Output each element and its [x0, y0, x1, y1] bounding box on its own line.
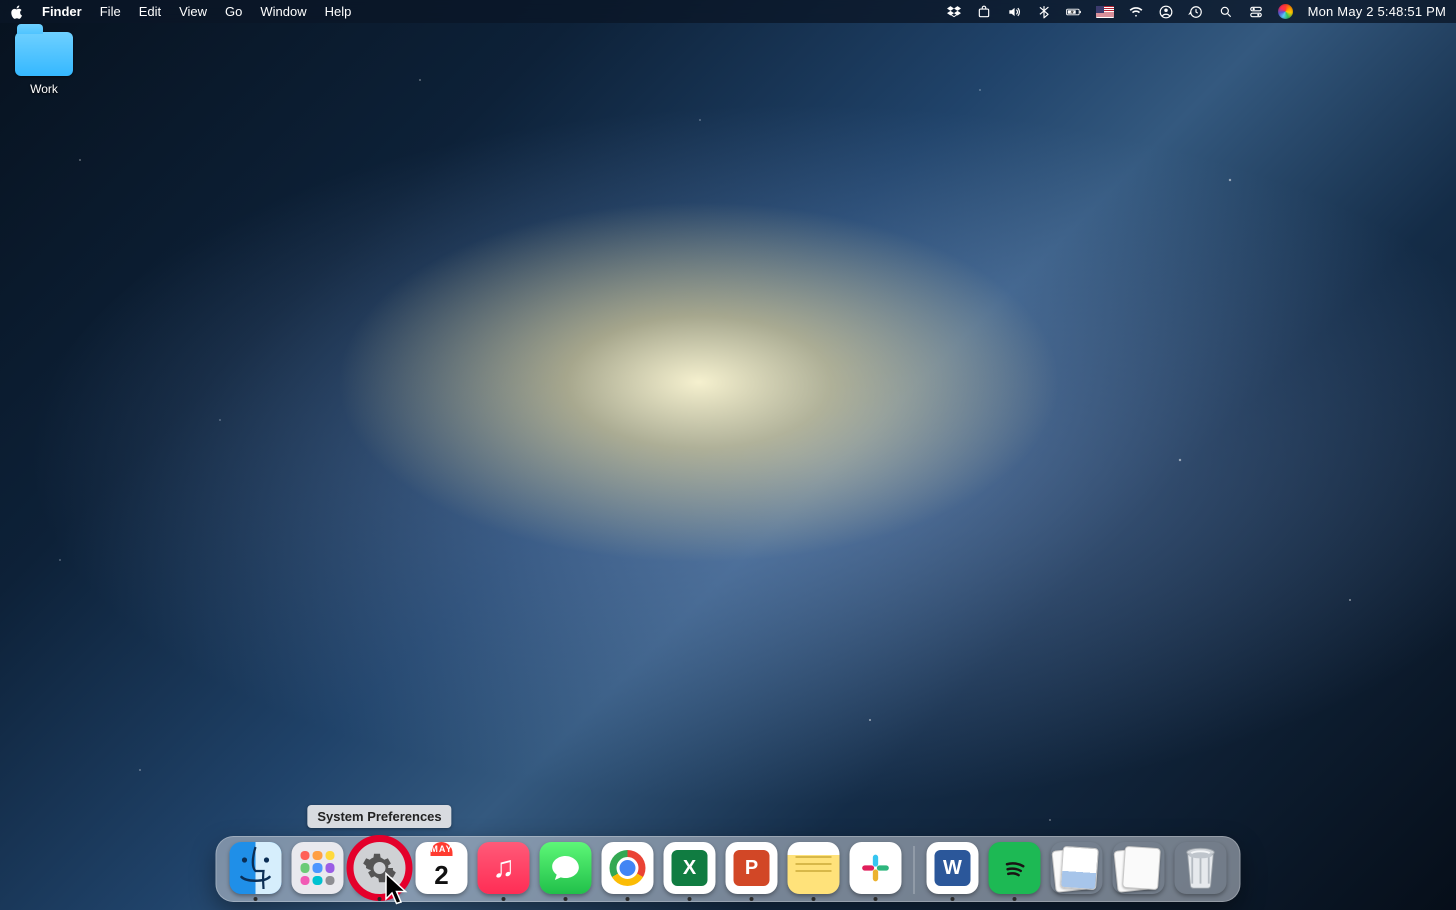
menu-view[interactable]: View — [179, 4, 207, 19]
timemachine-icon[interactable] — [1188, 4, 1204, 20]
flag-us-icon[interactable] — [1096, 4, 1114, 20]
wifi-icon[interactable] — [1128, 4, 1144, 20]
music-icon: ♫ — [492, 851, 515, 885]
battery-icon[interactable] — [1066, 4, 1082, 20]
spotlight-icon[interactable] — [1218, 4, 1234, 20]
dock-stack-jpg[interactable] — [1051, 842, 1103, 894]
dock: System Preferences MAY 2 ♫ X P — [216, 836, 1241, 902]
dock-app-powerpoint[interactable]: P — [726, 842, 778, 894]
dock-trash[interactable] — [1175, 842, 1227, 894]
menu-help[interactable]: Help — [325, 4, 352, 19]
folder-icon — [15, 32, 73, 76]
bluetooth-icon[interactable] — [1036, 4, 1052, 20]
chrome-icon — [610, 850, 646, 886]
control-center-icon[interactable] — [1248, 4, 1264, 20]
menubar: Finder File Edit View Go Window Help Mon… — [0, 0, 1456, 23]
gear-icon — [362, 850, 398, 886]
dock-app-slack[interactable] — [850, 842, 902, 894]
desktop-folder-work[interactable]: Work — [12, 32, 76, 96]
menu-go[interactable]: Go — [225, 4, 242, 19]
dock-app-chrome[interactable] — [602, 842, 654, 894]
dock-app-calendar[interactable]: MAY 2 — [416, 842, 468, 894]
dock-app-music[interactable]: ♫ — [478, 842, 530, 894]
menubar-left: Finder File Edit View Go Window Help — [10, 4, 351, 19]
menubar-clock[interactable]: Mon May 2 5:48:51 PM — [1308, 4, 1446, 19]
stack-icon — [1054, 845, 1100, 891]
spotify-icon — [1000, 853, 1030, 883]
trash-icon — [1179, 844, 1223, 892]
dropbox-icon[interactable] — [946, 4, 962, 20]
menu-window[interactable]: Window — [260, 4, 306, 19]
excel-icon: X — [672, 850, 708, 886]
siri-icon[interactable] — [1278, 4, 1294, 20]
word-icon: W — [935, 850, 971, 886]
menu-edit[interactable]: Edit — [139, 4, 161, 19]
user-icon[interactable] — [1158, 4, 1174, 20]
dock-app-launchpad[interactable] — [292, 842, 344, 894]
dock-app-system-preferences[interactable]: System Preferences — [354, 842, 406, 894]
dock-separator — [914, 846, 915, 894]
dock-container: System Preferences MAY 2 ♫ X P — [216, 836, 1241, 902]
dock-app-word[interactable]: W — [927, 842, 979, 894]
dock-app-notes[interactable] — [788, 842, 840, 894]
dock-app-spotify[interactable] — [989, 842, 1041, 894]
launchpad-icon — [301, 851, 335, 885]
apple-menu[interactable] — [10, 5, 24, 19]
menu-file[interactable]: File — [100, 4, 121, 19]
powerpoint-icon: P — [734, 850, 770, 886]
dock-stack-documents[interactable] — [1113, 842, 1165, 894]
toolbox-icon[interactable] — [976, 4, 992, 20]
menubar-app-name[interactable]: Finder — [42, 4, 82, 19]
dock-app-messages[interactable] — [540, 842, 592, 894]
dock-app-excel[interactable]: X — [664, 842, 716, 894]
messages-icon — [550, 852, 582, 884]
slack-icon — [860, 852, 892, 884]
desktop-folder-label: Work — [12, 82, 76, 96]
finder-icon — [230, 842, 282, 894]
dock-app-finder[interactable] — [230, 842, 282, 894]
calendar-day-label: 2 — [434, 856, 448, 894]
dock-tooltip: System Preferences — [307, 805, 451, 828]
stack-icon — [1116, 845, 1162, 891]
menubar-status-area: Mon May 2 5:48:51 PM — [946, 4, 1446, 20]
calendar-month-label: MAY — [430, 842, 452, 856]
volume-icon[interactable] — [1006, 4, 1022, 20]
